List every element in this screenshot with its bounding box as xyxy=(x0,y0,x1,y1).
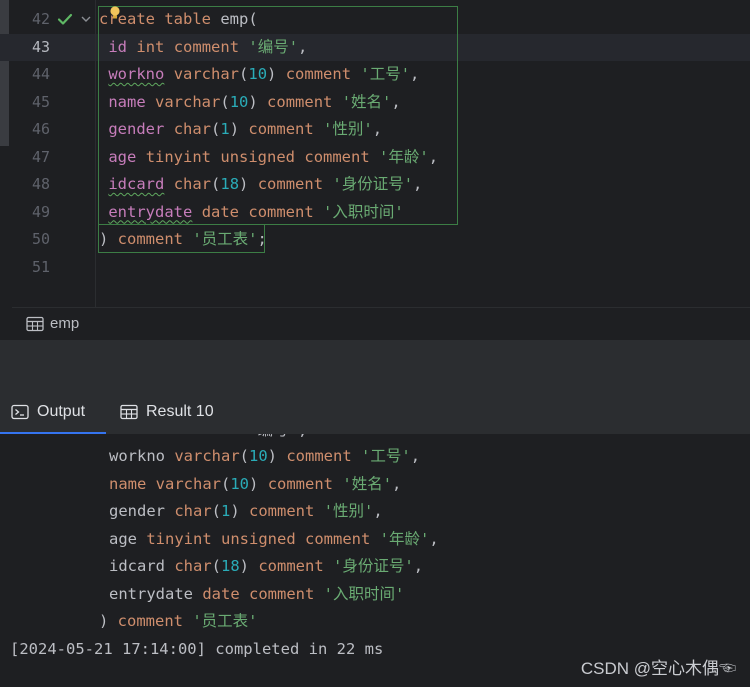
tab-emp[interactable]: emp xyxy=(26,315,79,332)
output-line: gender char(1) comment '性别', xyxy=(109,502,383,520)
output-line: ) comment '员工表' xyxy=(99,612,258,630)
tab-result-label: Result 10 xyxy=(146,403,214,420)
output-line: workno varchar(10) comment '工号', xyxy=(109,447,421,465)
table-icon xyxy=(120,404,138,420)
code-editor[interactable]: 42 create table emp(43 id int comment '编号… xyxy=(0,0,750,307)
statement-highlight xyxy=(98,6,458,225)
line-number: 51 xyxy=(31,257,50,276)
line-number: 49 xyxy=(31,202,50,221)
editor-tab-bar: emp xyxy=(12,307,750,341)
check-icon xyxy=(57,13,73,25)
line-number: 46 xyxy=(31,120,50,138)
line-number: 50 xyxy=(31,230,50,248)
tab-result-10[interactable]: Result 10 xyxy=(120,390,214,434)
status-line: [2024-05-21 17:14:00] completed in 22 ms xyxy=(10,640,384,658)
panel-splitter[interactable] xyxy=(0,340,750,391)
output-line: age tinyint unsigned comment '年龄', xyxy=(109,529,439,548)
gutter-divider xyxy=(95,0,96,307)
output-line: entrydate date comment '入职时间' xyxy=(109,584,405,603)
statement-highlight-tail xyxy=(98,224,265,253)
line-number: 43 xyxy=(31,37,50,56)
tab-output-label: Output xyxy=(37,403,86,420)
line-number: 47 xyxy=(31,147,50,166)
tab-output[interactable]: Output xyxy=(0,390,106,434)
watermark: CSDN @空心木偶☜ xyxy=(580,659,736,678)
services-tab-bar: Output Result 10 xyxy=(0,390,750,434)
line-number: 42 xyxy=(31,10,50,28)
table-icon xyxy=(26,316,44,331)
output-line: idcard char(18) comment '身份证号', xyxy=(109,557,424,575)
line-number: 44 xyxy=(31,65,50,83)
output-line: name varchar(10) comment '姓名', xyxy=(109,474,402,493)
line-number: 48 xyxy=(31,175,50,193)
chevron-down-icon[interactable] xyxy=(80,13,92,25)
code-line[interactable]: 51 xyxy=(0,254,750,282)
output-console[interactable]: 编号', workno varchar(10) comment '工号',nam… xyxy=(0,434,750,687)
tab-emp-label: emp xyxy=(50,315,80,332)
console-icon xyxy=(11,404,29,420)
lightbulb-icon[interactable] xyxy=(109,6,121,20)
line-number: 45 xyxy=(31,92,50,111)
